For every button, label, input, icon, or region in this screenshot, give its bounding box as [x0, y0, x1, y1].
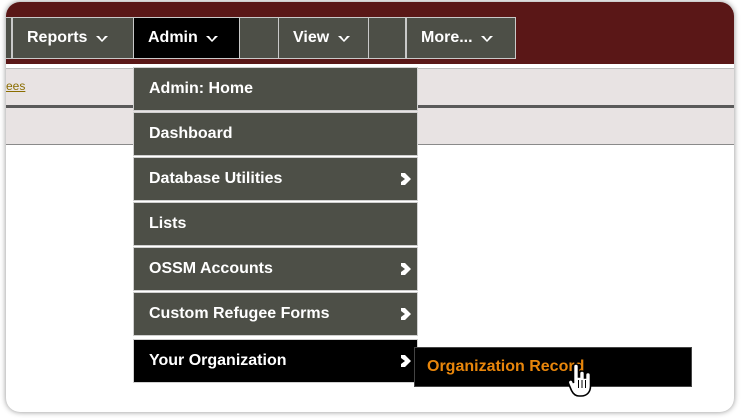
- chevron-right-icon: [401, 308, 411, 320]
- submenu-item-organization-record[interactable]: Organization Record: [414, 347, 692, 387]
- menu-item-ossm-accounts[interactable]: OSSM Accounts: [133, 247, 418, 291]
- menu-item-label: Database Utilities: [149, 170, 283, 187]
- menu-item-label: Your Organization: [149, 352, 287, 369]
- menu-item-label: Lists: [149, 215, 187, 232]
- menu-item-custom-refugee-forms[interactable]: Custom Refugee Forms: [133, 292, 418, 336]
- chevron-right-icon: [401, 263, 411, 275]
- top-navigation-bar: Reports Admin View More...: [6, 2, 734, 64]
- chevron-right-icon: [401, 355, 411, 367]
- nav-reports-label: Reports: [27, 29, 88, 46]
- nav-more-label: More...: [421, 29, 473, 46]
- menu-item-label: OSSM Accounts: [149, 260, 273, 277]
- chevron-down-icon: [206, 35, 219, 42]
- breadcrumb-link[interactable]: ees: [6, 79, 25, 93]
- nav-blank-button[interactable]: [239, 17, 279, 59]
- menu-item-database-utilities[interactable]: Database Utilities: [133, 157, 418, 201]
- chevron-down-icon: [481, 35, 494, 42]
- nav-blank-button-2[interactable]: [368, 17, 406, 59]
- menu-item-dashboard[interactable]: Dashboard: [133, 112, 418, 156]
- nav-admin-label: Admin: [148, 29, 198, 46]
- chevron-down-icon: [95, 35, 108, 42]
- nav-reports-button[interactable]: Reports: [12, 17, 137, 59]
- nav-more-button[interactable]: More...: [406, 17, 516, 59]
- nav-view-label: View: [293, 29, 330, 46]
- menu-item-label: Dashboard: [149, 125, 233, 142]
- nav-admin-button[interactable]: Admin: [133, 17, 243, 59]
- menu-item-label: Custom Refugee Forms: [149, 305, 330, 322]
- menu-item-admin-home[interactable]: Admin: Home: [133, 67, 418, 111]
- hand-pointer-icon: [567, 363, 592, 397]
- nav-view-button[interactable]: View: [278, 17, 369, 59]
- menu-item-your-organization[interactable]: Your Organization: [133, 339, 418, 383]
- menu-item-label: Admin: Home: [149, 80, 253, 97]
- chevron-down-icon: [337, 35, 350, 42]
- menu-item-lists[interactable]: Lists: [133, 202, 418, 246]
- chevron-right-icon: [401, 173, 411, 185]
- app-window: Reports Admin View More... ees Admin: Ho…: [6, 2, 734, 412]
- submenu-item-label: Organization Record: [427, 358, 585, 375]
